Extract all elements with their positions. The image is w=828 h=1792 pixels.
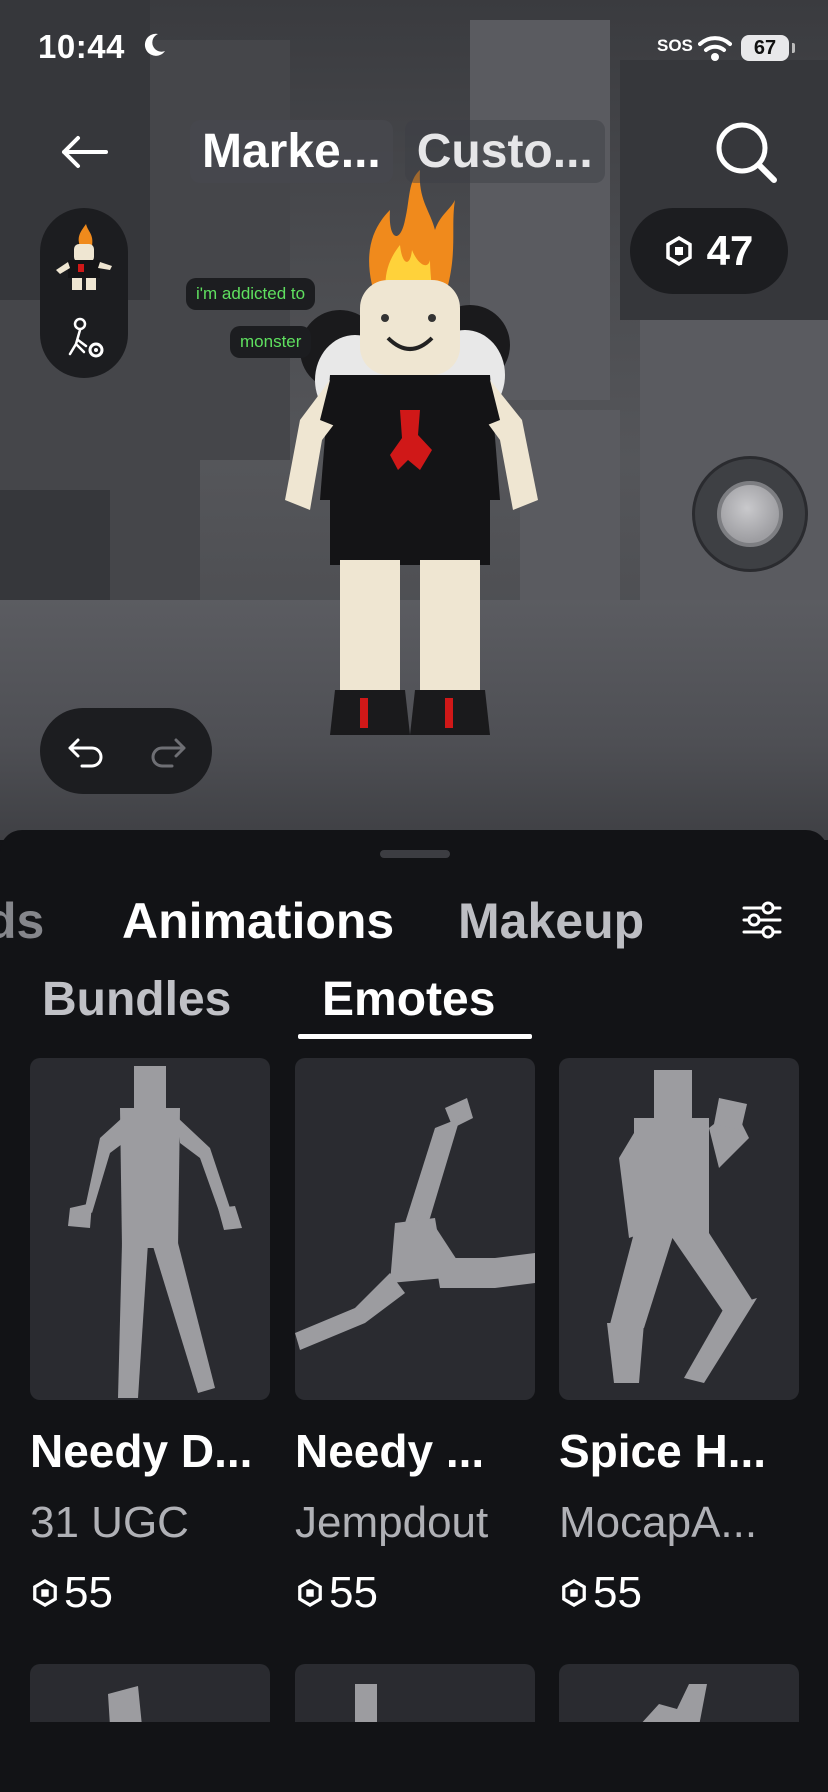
item-card[interactable] [559, 1664, 799, 1726]
scene-block [0, 490, 110, 610]
item-name: Needy ... [295, 1425, 485, 1477]
tab-marketplace[interactable]: Marke... [190, 119, 393, 183]
undo-icon[interactable] [64, 730, 108, 774]
item-thumbnail[interactable] [559, 1058, 799, 1400]
chat-bubble: monster [230, 326, 312, 358]
search-icon[interactable] [712, 118, 780, 186]
camera-joystick[interactable] [692, 456, 808, 572]
item-price-value: 55 [593, 1568, 642, 1617]
robux-icon [33, 1579, 57, 1607]
robux-amount: 47 [706, 227, 754, 274]
item-creator[interactable]: Jempdout [295, 1498, 545, 1548]
category-tab-animations[interactable]: Animations [122, 892, 394, 950]
back-arrow-icon[interactable] [56, 130, 112, 174]
battery-icon: 67 [741, 35, 795, 61]
avatar-settings-icon[interactable] [64, 316, 108, 362]
bottom-edge [0, 1722, 828, 1792]
item-thumbnail [108, 1686, 142, 1726]
item-price-value: 55 [64, 1568, 113, 1617]
category-tab-partial[interactable]: ds [0, 892, 44, 950]
jump-pose-icon [607, 1070, 757, 1383]
filter-icon[interactable] [740, 898, 784, 942]
robux-icon [562, 1579, 586, 1607]
tab-customize[interactable]: Custo... [404, 119, 605, 183]
item-creator[interactable]: MocapA... [559, 1498, 809, 1548]
moon-icon [144, 33, 165, 56]
subtab-active-indicator [298, 1034, 532, 1039]
top-tabs: Marke... Custo... [190, 119, 605, 183]
item-name: Spice H... [559, 1425, 767, 1477]
sheet-grabber[interactable] [380, 850, 450, 858]
avatar-thumbnail[interactable] [54, 224, 114, 294]
wifi-icon [698, 36, 732, 61]
item-creator[interactable]: 31 UGC [30, 1498, 280, 1548]
redo-icon[interactable] [146, 730, 190, 774]
status-time: 10:44 [38, 28, 125, 65]
item-card[interactable] [295, 1664, 535, 1726]
subcategory-tabs: Bundles Emotes [0, 972, 828, 1042]
item-price: 55 [297, 1568, 378, 1618]
item-card[interactable] [30, 1664, 270, 1726]
dance-pose-icon [68, 1066, 242, 1398]
avatar-switcher[interactable] [40, 208, 128, 378]
item-thumbnail [639, 1684, 707, 1726]
subtab-bundles[interactable]: Bundles [42, 972, 231, 1027]
item-thumbnail[interactable] [295, 1058, 535, 1400]
robux-balance[interactable]: 47 [630, 208, 788, 294]
sos-indicator: SOS [657, 36, 693, 55]
item-price: 55 [32, 1568, 113, 1618]
avatar-character [285, 170, 538, 735]
category-tabs: ds Animations Makeup [0, 892, 828, 972]
category-tab-makeup[interactable]: Makeup [458, 892, 644, 950]
item-thumbnail [355, 1684, 377, 1726]
item-thumbnail[interactable] [30, 1058, 270, 1400]
chat-bubble: i'm addicted to [186, 278, 316, 310]
robux-icon [665, 236, 692, 266]
subtab-emotes[interactable]: Emotes [322, 972, 495, 1027]
item-name: Needy D... [30, 1425, 253, 1477]
status-bar: 10:44 SOS 67 [0, 0, 828, 100]
undo-redo-controls [40, 708, 212, 794]
robux-icon [298, 1579, 322, 1607]
kick-pose-icon [295, 1098, 535, 1350]
item-price: 55 [561, 1568, 642, 1618]
item-price-value: 55 [329, 1568, 378, 1617]
